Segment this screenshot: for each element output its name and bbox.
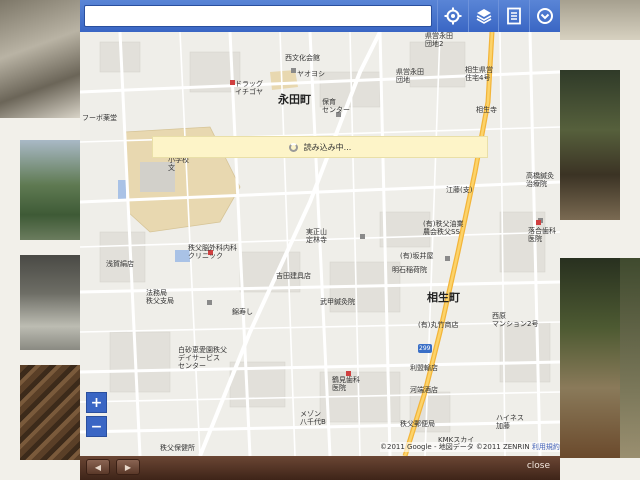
background-photo-7 [560, 258, 620, 458]
zoom-in-button[interactable]: + [86, 392, 107, 413]
map-label: 武甲鍼灸院 [320, 298, 355, 306]
loading-text: 読み込み中... [303, 142, 352, 152]
close-button[interactable]: close [527, 461, 550, 471]
loading-banner: 読み込み中... [152, 136, 488, 158]
map-label: メゾン 八千代B [300, 410, 326, 426]
map-label: 西文化会館 [285, 54, 320, 62]
map-label: 明石稲荷院 [392, 266, 427, 274]
map-label: 錦寿し [232, 308, 253, 316]
map-label: 白砂恵愛園秩父 デイサービス センター [178, 346, 227, 370]
map-label: 河端酒店 [410, 386, 438, 394]
map-label: フーボ薬堂 [82, 114, 117, 122]
map-label: 江藤(支) [446, 186, 473, 194]
locate-button[interactable] [437, 0, 467, 32]
map-canvas[interactable]: 永田町 相生町 西文化会館 ヤオヨシ ドラッグ イチゴヤ 保育 センター 県営永… [80, 32, 560, 456]
map-label: ドラッグ イチゴヤ [235, 80, 263, 96]
search-input[interactable] [84, 5, 432, 27]
map-label: ハイネス 加藤 [496, 414, 524, 430]
map-label: 秩父脳外科内科 クリニック [188, 244, 237, 260]
map-label: (有)秩父油業 農会秩父SS [423, 220, 464, 236]
background-photo-4 [20, 365, 80, 460]
chevron-down-circle-icon [536, 8, 553, 24]
copyright-text: ©2011 Google - 地図データ ©2011 ZENRIN [380, 443, 530, 451]
map-label: 県営永田 団地2 [425, 32, 453, 48]
map-label: 鶴見歯科 医院 [332, 376, 360, 392]
map-label: 高橋鍼灸 治療院 [526, 172, 554, 188]
terms-link[interactable]: 利用規約 [532, 443, 560, 451]
map-label: (有)丸竹商店 [418, 321, 459, 329]
zoom-out-button[interactable]: − [86, 416, 107, 437]
list-icon [506, 7, 521, 25]
background-photo-1 [0, 0, 80, 118]
map-toolbar [80, 0, 560, 32]
list-button[interactable] [498, 0, 528, 32]
background-photo-6 [560, 70, 620, 220]
map-label: 小学校 文 [168, 156, 189, 172]
background-photo-2 [20, 140, 80, 240]
previous-button[interactable]: ◀ [86, 459, 110, 475]
background-photo-8 [620, 258, 640, 458]
map-label: 浅賀絹店 [106, 260, 134, 268]
menu-button[interactable] [529, 0, 559, 32]
map-label: 利盟輸店 [410, 364, 438, 372]
locate-icon [444, 7, 461, 25]
map-label: 秩父保健所 [160, 444, 195, 452]
map-label: 秩父郵便局 [400, 420, 435, 428]
map-label: 相生寺 [476, 106, 497, 114]
background-photo-3 [20, 255, 80, 350]
map-label: 保育 センター [322, 98, 350, 114]
map-graphics [80, 32, 560, 456]
background-photo-5 [560, 0, 640, 40]
layers-button[interactable] [468, 0, 498, 32]
route-badge: 299 [419, 345, 431, 352]
viewer-bottom-bar: ◀ ▶ close [80, 456, 560, 480]
map-viewer-window: 永田町 相生町 西文化会館 ヤオヨシ ドラッグ イチゴヤ 保育 センター 県営永… [80, 0, 560, 480]
layers-icon [476, 9, 491, 24]
map-label: 法務局 秩父支局 [146, 289, 174, 305]
district-label-aioi: 相生町 [427, 291, 460, 304]
map-label: 落合歯科 医院 [528, 227, 556, 243]
next-button[interactable]: ▶ [116, 459, 140, 475]
map-label: 県営永田 団地 [396, 68, 424, 84]
map-label: (有)坂井屋 [400, 252, 434, 260]
district-label-nagata: 永田町 [278, 93, 311, 106]
map-label: 実正山 定林寺 [306, 228, 327, 244]
map-label: ヤオヨシ [297, 70, 325, 78]
map-label: 相生県営 住宅4号 [465, 66, 493, 82]
map-label: 西原 マンション2号 [492, 312, 539, 328]
map-copyright: ©2011 Google - 地図データ ©2011 ZENRIN 利用規約 [380, 442, 560, 452]
map-label: 吉田建具店 [276, 272, 311, 280]
spinner-icon [288, 142, 298, 152]
